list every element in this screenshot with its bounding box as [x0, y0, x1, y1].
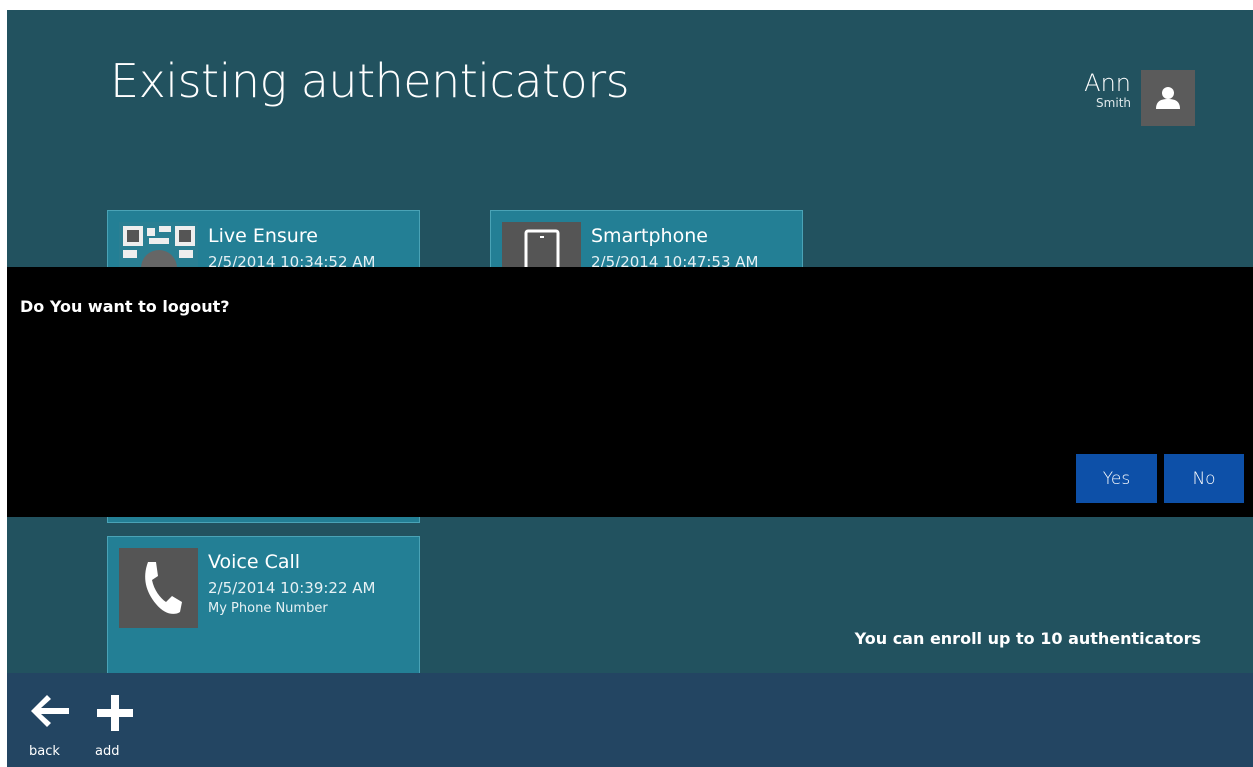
- user-names: Ann Smith: [1084, 70, 1131, 110]
- tile-name: Live Ensure: [208, 225, 318, 247]
- user-first-name: Ann: [1084, 69, 1131, 97]
- tile-date: 2/5/2014 10:39:22 AM: [208, 579, 376, 597]
- tile-name: Voice Call: [208, 551, 301, 573]
- page-title: Existing authenticators: [110, 54, 630, 108]
- add-button[interactable]: add: [95, 693, 145, 759]
- tile-name: Smartphone: [591, 225, 708, 247]
- user-account[interactable]: Ann Smith: [1084, 70, 1195, 126]
- person-icon: [1156, 87, 1180, 109]
- avatar[interactable]: [1141, 70, 1195, 126]
- logout-dialog: Do You want to logout? Yes No: [7, 267, 1253, 517]
- phone-handset-icon: [119, 548, 198, 628]
- back-arrow-icon: [31, 695, 69, 727]
- user-last-name: Smith: [1096, 96, 1131, 110]
- enroll-limit-note: You can enroll up to 10 authenticators: [854, 629, 1201, 648]
- no-button[interactable]: No: [1164, 454, 1244, 503]
- dialog-message: Do You want to logout?: [20, 297, 230, 316]
- add-label: add: [95, 744, 120, 759]
- plus-icon: [97, 695, 133, 731]
- app-bar: back add: [7, 673, 1253, 767]
- back-label: back: [29, 744, 60, 759]
- yes-button[interactable]: Yes: [1076, 454, 1157, 503]
- tile-detail: My Phone Number: [208, 601, 328, 616]
- authenticator-tile-voice-call[interactable]: Voice Call 2/5/2014 10:39:22 AM My Phone…: [107, 536, 420, 676]
- back-button[interactable]: back: [29, 693, 79, 759]
